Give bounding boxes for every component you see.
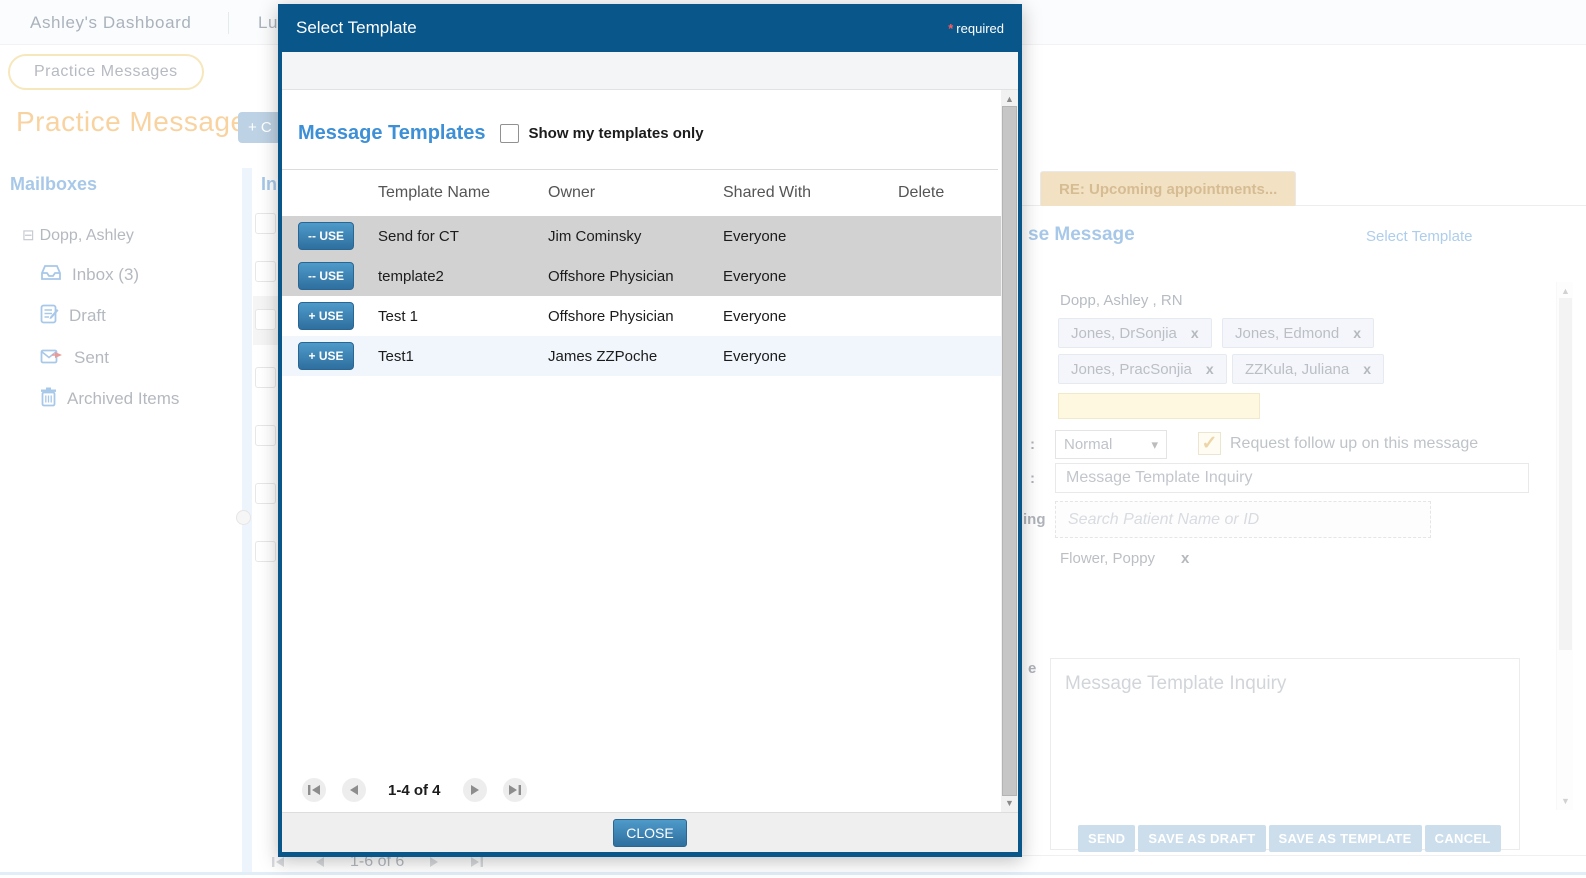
modal-header: Select Template * required [282, 4, 1018, 52]
template-owner: James ZZPoche [548, 347, 658, 365]
message-templates-heading: Message Templates [298, 122, 486, 144]
table-row[interactable]: + USE Test 1 Offshore Physician Everyone [282, 296, 1018, 336]
use-template-button[interactable]: + USE [298, 342, 354, 370]
template-shared: Everyone [723, 307, 787, 325]
modal-substrip [282, 52, 1018, 90]
required-note: * required [948, 20, 1004, 36]
col-delete: Delete [898, 184, 945, 201]
col-shared-with: Shared With [723, 184, 812, 201]
table-row[interactable]: + USE Test1 James ZZPoche Everyone [282, 336, 1018, 376]
show-my-templates-checkbox[interactable] [499, 124, 519, 143]
close-button[interactable]: CLOSE [613, 818, 687, 847]
scroll-thumb[interactable] [1002, 106, 1017, 796]
col-owner: Owner [548, 184, 596, 201]
modal-title: Select Template [296, 18, 417, 37]
first-page-icon[interactable] [302, 778, 326, 802]
use-template-button[interactable]: + USE [298, 302, 354, 330]
use-template-button[interactable]: -- USE [298, 262, 354, 290]
modal-footer: CLOSE [282, 812, 1018, 852]
template-name: Test1 [378, 347, 414, 365]
template-name: Send for CT [378, 227, 459, 245]
use-template-button[interactable]: -- USE [298, 222, 354, 250]
table-row[interactable]: -- USE Send for CT Jim Cominsky Everyone [282, 216, 1018, 256]
last-page-icon[interactable] [502, 778, 527, 802]
modal-scrollbar[interactable]: ▲ ▼ [1001, 90, 1018, 812]
template-name: Test 1 [378, 307, 419, 325]
table-row[interactable]: -- USE template2 Offshore Physician Ever… [282, 256, 1018, 296]
modal-body: Message Templates Show my templates only… [282, 90, 1018, 812]
select-template-modal: Select Template * required Message Templa… [278, 4, 1022, 857]
scroll-down-icon[interactable]: ▼ [1001, 798, 1018, 808]
scroll-up-icon[interactable]: ▲ [1001, 94, 1018, 104]
template-owner: Jim Cominsky [548, 227, 642, 245]
template-table-header: Template Name Owner Shared With Delete [282, 170, 1018, 216]
template-name: template2 [378, 267, 444, 285]
page-range-label: 1-4 of 4 [388, 781, 441, 799]
template-shared: Everyone [723, 267, 787, 285]
col-template-name: Template Name [378, 184, 491, 201]
prev-page-icon[interactable] [342, 778, 366, 802]
next-page-icon[interactable] [462, 778, 487, 802]
template-shared: Everyone [723, 347, 787, 365]
required-star: * [948, 20, 954, 36]
template-owner: Offshore Physician [548, 267, 674, 285]
show-my-templates-label: Show my templates only [528, 125, 704, 142]
template-pagination: 1-4 of 4 [302, 778, 527, 802]
template-owner: Offshore Physician [548, 307, 674, 325]
template-shared: Everyone [723, 227, 787, 245]
